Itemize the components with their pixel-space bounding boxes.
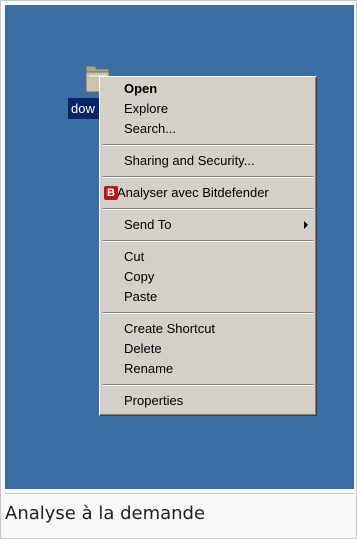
figure-frame: dow Open Explore Search... Sharing and S… (0, 0, 357, 539)
menu-item-create-shortcut[interactable]: Create Shortcut (100, 319, 316, 339)
menu-item-open[interactable]: Open (100, 79, 316, 99)
menu-separator (103, 144, 313, 146)
desktop[interactable]: dow Open Explore Search... Sharing and S… (5, 5, 354, 489)
menu-item-sharing-security[interactable]: Sharing and Security... (100, 151, 316, 171)
menu-item-label: Send To (124, 217, 172, 232)
menu-item-rename[interactable]: Rename (100, 359, 316, 379)
menu-item-explore[interactable]: Explore (100, 99, 316, 119)
menu-separator (103, 176, 313, 178)
menu-item-bitdefender[interactable]: B Analyser avec Bitdefender (100, 183, 316, 203)
menu-item-cut[interactable]: Cut (100, 247, 316, 267)
menu-item-paste[interactable]: Paste (100, 287, 316, 307)
menu-separator (103, 312, 313, 314)
figure-caption: Analyse à la demande (5, 493, 354, 524)
menu-separator (103, 208, 313, 210)
menu-item-send-to[interactable]: Send To (100, 215, 316, 235)
menu-item-search[interactable]: Search... (100, 119, 316, 139)
bitdefender-icon: B (104, 186, 118, 200)
menu-item-label: Analyser avec Bitdefender (117, 185, 269, 200)
menu-separator (103, 384, 313, 386)
menu-item-properties[interactable]: Properties (100, 391, 316, 411)
menu-separator (103, 240, 313, 242)
context-menu: Open Explore Search... Sharing and Secur… (99, 76, 317, 416)
menu-item-delete[interactable]: Delete (100, 339, 316, 359)
submenu-arrow-icon (304, 221, 308, 229)
menu-item-copy[interactable]: Copy (100, 267, 316, 287)
